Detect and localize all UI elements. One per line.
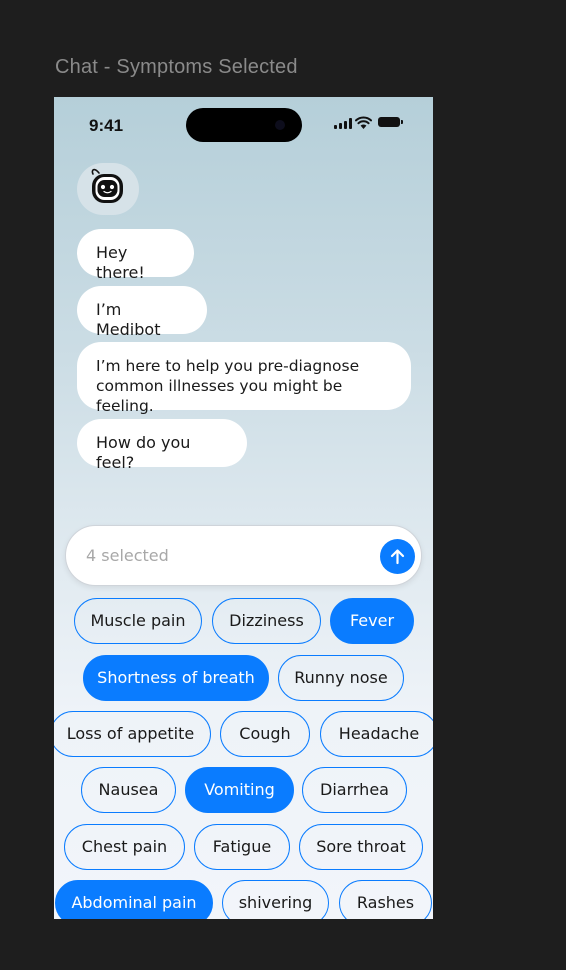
robot-icon (91, 168, 123, 203)
phone-screen: 9:41 Hey there! I’m Medibot I’m here to … (54, 97, 433, 919)
battery-icon (378, 117, 403, 127)
symptom-chip-dizziness[interactable]: Dizziness (212, 598, 321, 644)
wifi-icon (355, 116, 372, 129)
symptom-chip-runny-nose[interactable]: Runny nose (278, 655, 404, 701)
symptom-chip-loss-of-appetite[interactable]: Loss of appetite (54, 711, 211, 757)
symptom-chip-shivering[interactable]: shivering (222, 880, 329, 919)
signal-icon (334, 118, 352, 129)
input-placeholder: 4 selected (86, 546, 169, 565)
symptom-chip-fever[interactable]: Fever (330, 598, 414, 644)
symptom-chip-sore-throat[interactable]: Sore throat (299, 824, 423, 870)
chat-bubble-question: How do you feel? (77, 419, 247, 472)
send-button[interactable] (380, 539, 415, 574)
status-time: 9:41 (89, 116, 124, 135)
symptom-chip-headache[interactable]: Headache (320, 711, 433, 757)
symptom-chip-vomiting[interactable]: Vomiting (185, 767, 294, 813)
symptom-chip-abdominal-pain[interactable]: Abdominal pain (55, 880, 213, 919)
symptom-chip-diarrhea[interactable]: Diarrhea (302, 767, 407, 813)
symptom-chip-fatigue[interactable]: Fatigue (194, 824, 290, 870)
symptom-chip-nausea[interactable]: Nausea (81, 767, 176, 813)
symptom-chip-rashes[interactable]: Rashes (339, 880, 432, 919)
medibot-avatar (77, 163, 139, 215)
message-input[interactable]: 4 selected (65, 525, 422, 586)
frame-label: Chat - Symptoms Selected (55, 56, 298, 78)
chat-bubble-greeting: Hey there! (77, 229, 194, 282)
chat-bubble-purpose: I’m here to help you pre-diagnose common… (77, 342, 411, 415)
chat-bubble-intro: I’m Medibot (77, 286, 207, 339)
symptom-chip-shortness-of-breath[interactable]: Shortness of breath (83, 655, 269, 701)
symptom-chip-muscle-pain[interactable]: Muscle pain (74, 598, 202, 644)
symptom-chip-chest-pain[interactable]: Chest pain (64, 824, 185, 870)
status-bar: 9:41 (54, 97, 433, 151)
dynamic-island (186, 108, 302, 142)
arrow-up-icon (390, 549, 405, 565)
symptom-chip-cough[interactable]: Cough (220, 711, 310, 757)
